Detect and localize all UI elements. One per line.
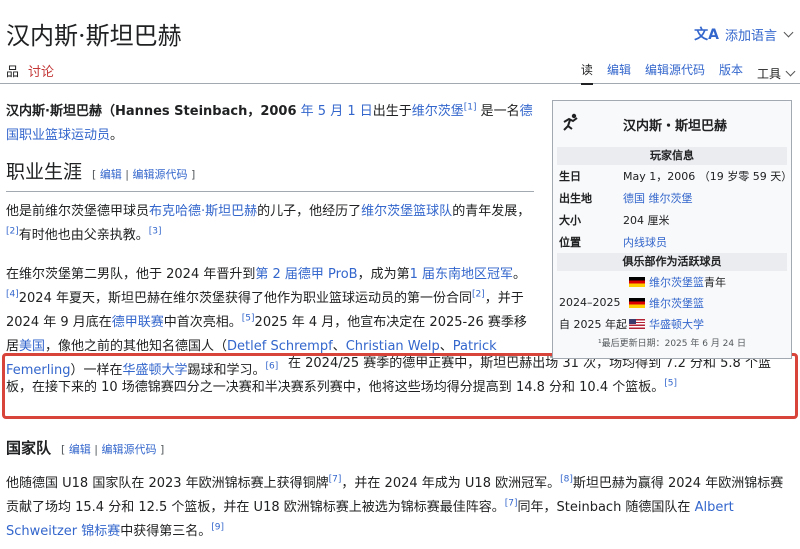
- section-edit-link[interactable]: 编辑: [69, 443, 91, 456]
- national-team-section: 国家队 [ 编辑 | 编辑源代码 ] 他随德国 U18 国家队在 2023 年欧洲…: [6, 436, 794, 544]
- tools-label: 工具: [756, 66, 781, 81]
- tab-edit[interactable]: 编辑: [607, 61, 631, 85]
- reference-1[interactable]: [1]: [464, 103, 477, 113]
- national-team-paragraph: 他随德国 U18 国家队在 2023 年欧洲锦标赛上获得铜牌[7]，并在 202…: [6, 474, 784, 539]
- section-edit-links: [ 编辑 | 编辑源代码 ]: [92, 168, 196, 181]
- usa-flag-icon: [629, 318, 645, 329]
- germany-flag-icon: [629, 297, 645, 308]
- infobox-row: 出生地 德国 维尔茨堡: [557, 187, 787, 209]
- birthplace-link[interactable]: 维尔茨堡: [412, 104, 464, 119]
- intro-paragraph: 汉内斯·斯坦巴赫（Hannes Steinbach，2006 年 5 月 1 日…: [6, 100, 534, 148]
- reference-5[interactable]: [5]: [242, 314, 255, 324]
- intro-text: 是一名: [476, 104, 520, 119]
- proB-link[interactable]: 第 2 届德甲 ProB: [255, 267, 357, 282]
- tools-menu[interactable]: 工具: [756, 61, 796, 85]
- add-language-button[interactable]: 文A 添加语言: [694, 24, 794, 44]
- birthdate-link[interactable]: 年 5 月 1 日: [301, 104, 373, 119]
- infobox-header: 汉内斯・斯坦巴赫: [553, 101, 791, 147]
- reference-9[interactable]: [9]: [211, 523, 224, 533]
- chevron-down-icon: [783, 27, 794, 37]
- germany-flag-icon: [629, 276, 645, 287]
- birthplace-link[interactable]: 德国 维尔茨堡: [623, 190, 787, 206]
- southeast-link[interactable]: 1 届东南地区冠军: [410, 267, 513, 282]
- section-edit-source-link[interactable]: 编辑源代码: [102, 443, 157, 456]
- add-language-label: 添加语言: [724, 28, 777, 44]
- article-subject: 汉内斯·斯坦巴赫（Hannes Steinbach，2006: [6, 104, 297, 119]
- intro-text: 出生于: [372, 104, 412, 119]
- section-edit-links: [ 编辑 | 编辑源代码 ]: [61, 443, 165, 456]
- reference-8[interactable]: [8]: [560, 475, 573, 485]
- club-row: 自 2025 年起 华盛顿大学: [559, 316, 704, 332]
- career-paragraph-2-continued: 在 2024/25 赛季的德甲正赛中，斯坦巴赫出场 31 次，场均得到 7.2 …: [6, 352, 794, 400]
- tab-edit-source[interactable]: 编辑源代码: [645, 61, 705, 85]
- reference-7[interactable]: [7]: [505, 499, 518, 509]
- club-row: 维尔茨堡篮 青年: [557, 271, 787, 292]
- infobox-title: 汉内斯・斯坦巴赫: [623, 119, 728, 134]
- reference-2[interactable]: [2]: [6, 227, 19, 237]
- reference-3[interactable]: [3]: [149, 227, 162, 237]
- position-link[interactable]: 内线球员: [623, 234, 787, 250]
- section-edit-link[interactable]: 编辑: [100, 168, 122, 181]
- page-tabs: 品 讨论 读 编辑 编辑源代码 版本 工具: [0, 58, 800, 85]
- language-icon: 文A: [694, 27, 719, 43]
- section-heading-national-team: 国家队 [ 编辑 | 编辑源代码 ]: [6, 436, 794, 466]
- club-link[interactable]: 华盛顿大学: [649, 316, 704, 332]
- tab-talk[interactable]: 讨论: [28, 61, 54, 80]
- section-title: 国家队: [6, 439, 52, 457]
- reference-7[interactable]: [7]: [329, 475, 342, 485]
- intro-text: 。: [110, 128, 124, 143]
- tab-read[interactable]: 读: [580, 61, 593, 85]
- tab-history[interactable]: 版本: [719, 61, 743, 85]
- reference-2[interactable]: [2]: [472, 290, 485, 300]
- career-paragraph-1: 他是前维尔茨堡德甲球员布克哈德·斯坦巴赫的儿子，他经历了维尔茨堡篮球队的青年发展…: [6, 204, 531, 243]
- reference-4[interactable]: [4]: [6, 290, 19, 300]
- reference-5[interactable]: [5]: [664, 379, 677, 389]
- section-edit-source-link[interactable]: 编辑源代码: [133, 168, 188, 181]
- bbl-link[interactable]: 德甲联赛: [112, 315, 164, 330]
- page-title: 汉内斯·斯坦巴赫: [6, 22, 182, 50]
- basketball-player-icon: [563, 113, 578, 131]
- tab-article[interactable]: 品: [6, 61, 19, 80]
- infobox-section-player-info: 玩家信息: [557, 147, 787, 165]
- club-row: 2024–2025 维尔茨堡篮: [559, 295, 704, 311]
- infobox-footnote: ¹最后更新日期：2025 年 6 月 24 日: [598, 339, 746, 349]
- infobox-row: 生日 May 1，2006 （19 岁零 59 天）: [559, 170, 793, 183]
- infobox-row: 大小 204 厘米: [559, 214, 670, 227]
- infobox-section-clubs: 俱乐部作为活跃球员: [557, 253, 787, 271]
- section-title: 职业生涯: [6, 161, 83, 183]
- view-tabs: 读 编辑 编辑源代码 版本 工具: [580, 61, 796, 85]
- father-link[interactable]: 布克哈德·斯坦巴赫: [149, 204, 257, 219]
- chevron-down-icon: [785, 66, 796, 76]
- club-link[interactable]: 维尔茨堡篮球队: [361, 204, 452, 219]
- club-link[interactable]: 维尔茨堡篮: [649, 295, 704, 311]
- club-link[interactable]: 维尔茨堡篮: [649, 274, 704, 290]
- article-body: 汉内斯·斯坦巴赫（Hannes Steinbach，2006 年 5 月 1 日…: [6, 100, 534, 383]
- infobox: 汉内斯・斯坦巴赫 玩家信息 生日 May 1，2006 （19 岁零 59 天） …: [552, 100, 792, 359]
- infobox-row: 位置 内线球员: [557, 231, 787, 253]
- section-heading-career: 职业生涯 [ 编辑 | 编辑源代码 ]: [6, 160, 534, 192]
